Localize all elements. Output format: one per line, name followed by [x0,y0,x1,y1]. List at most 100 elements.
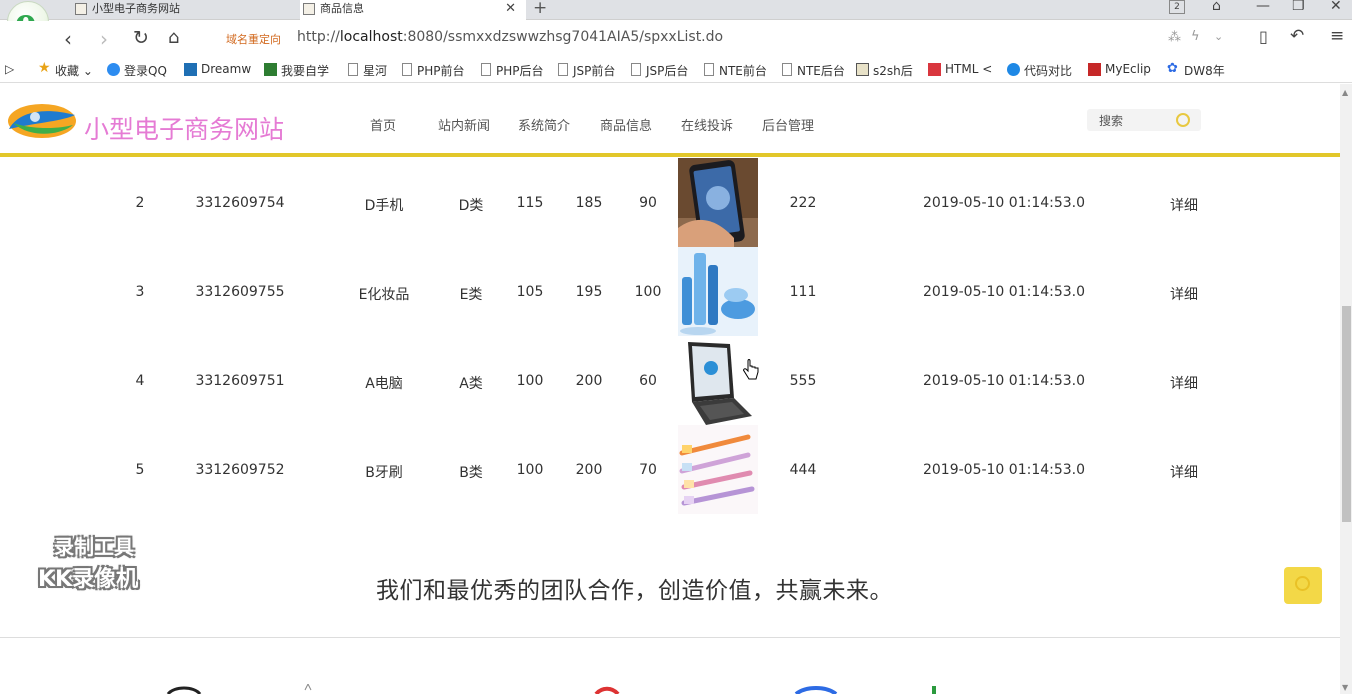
bookmark-item[interactable]: 我要自学 [264,62,329,79]
cell-no: 3 [135,284,145,300]
site-logo-icon[interactable] [5,101,79,141]
close-window-icon[interactable]: ✕ [1330,0,1342,14]
nav-home[interactable]: 首页 [370,115,396,134]
cell-name: A电脑 [365,376,403,392]
bookmark-item[interactable]: HTML < [928,62,992,76]
search-input[interactable]: 搜索 [1087,109,1201,131]
bookmark-item[interactable]: NTE后台 [780,62,845,79]
cell-category: B类 [459,465,483,481]
scroll-down-icon[interactable]: ▼ [1342,683,1348,692]
bookmark-item[interactable]: s2sh后 [856,62,913,79]
pin-icon[interactable]: ⌂ [1212,0,1221,14]
bookmarks-toggle-icon[interactable]: ▷ [5,62,14,76]
restore-icon[interactable]: ❐ [1292,0,1305,14]
nav-complaint[interactable]: 在线投诉 [681,115,733,134]
new-tab-icon[interactable]: + [533,0,547,18]
cell-sales: 555 [789,373,817,389]
paw-icon: ✿ [1167,61,1178,76]
cell-no: 5 [135,462,145,478]
header-divider [0,153,1340,157]
minimize-icon[interactable]: — [1256,0,1270,14]
url-input[interactable]: http://localhost:8080/ssmxxdzswwzhsg7041… [297,29,723,45]
cell-price1: 115 [516,195,544,211]
cell-sales: 444 [789,462,817,478]
diff-icon [1007,63,1020,76]
site-icon [856,63,869,76]
undo-icon[interactable]: ↶ [1290,26,1304,46]
scroll-up-icon[interactable]: ▲ [1342,88,1348,97]
bookmark-item[interactable]: JSP后台 [629,62,688,79]
grid-icon[interactable]: ⁂ [1168,30,1181,45]
cell-qty: 100 [634,284,662,300]
detail-link[interactable]: 详细 [1170,195,1198,215]
refresh-icon[interactable]: ↻ [133,27,149,49]
back-to-top-button[interactable] [1284,567,1322,604]
html5-icon [928,63,941,76]
site-title[interactable]: 小型电子商务网站 [84,110,284,146]
bookmark-item[interactable]: 代码对比 [1007,62,1072,79]
nav-admin[interactable]: 后台管理 [762,115,814,134]
cell-sales: 222 [789,195,817,211]
tab-title: 小型电子商务网站 [92,2,180,15]
bookmark-item[interactable]: PHP后台 [479,62,544,79]
bookmark-item[interactable]: 登录QQ [107,62,167,79]
bookmark-item[interactable]: ✿ DW8年 [1167,61,1225,79]
cell-time: 2019-05-10 01:14:53.0 [922,284,1086,300]
tab-home[interactable]: 小型电子商务网站 [72,0,296,20]
product-image-phone[interactable] [678,158,758,247]
page-icon [348,63,358,76]
bookmark-item[interactable]: MyEclip [1088,62,1151,76]
bookmark-item[interactable]: ★ 收藏 ⌄ [38,60,93,79]
redirect-label[interactable]: 域名重定向 [226,31,281,47]
chevron-down-icon[interactable]: ⌄ [1214,30,1223,43]
bookmark-item[interactable]: PHP前台 [400,62,465,79]
detail-link[interactable]: 详细 [1170,373,1198,393]
cell-price2: 185 [575,195,603,211]
forward-icon[interactable]: › [100,27,108,51]
bookmark-item[interactable]: NTE前台 [702,62,767,79]
lightning-icon[interactable]: ϟ [1191,29,1200,44]
page-icon [631,63,641,76]
cell-category: D类 [458,198,484,214]
close-tab-icon[interactable]: ✕ [505,0,516,18]
product-image-toothbrush[interactable] [678,425,758,514]
cell-name: B牙刷 [365,465,403,481]
detail-link[interactable]: 详细 [1170,462,1198,482]
nav-products[interactable]: 商品信息 [600,115,652,134]
tab-bar: 小型电子商务网站 商品信息 ✕ + 2 ⌂ — ❐ ✕ [0,0,1352,20]
cell-code: 3312609754 [195,195,285,211]
address-bar: ‹ › ↻ ⌂ 域名重定向 http://localhost:8080/ssmx… [0,21,1352,56]
menu-icon[interactable]: ≡ [1330,26,1344,46]
bookmark-item[interactable]: JSP前台 [556,62,615,79]
product-image-cosmetics[interactable] [678,247,758,336]
scrollbar-thumb[interactable] [1342,306,1351,522]
cell-time: 2019-05-10 01:14:53.0 [922,462,1086,478]
home-icon[interactable]: ⌂ [168,27,179,48]
page-icon [704,63,714,76]
cell-name: D手机 [364,198,404,214]
nav-intro[interactable]: 系统简介 [518,115,570,134]
bookmark-item[interactable]: Dreamw [184,62,251,76]
back-icon[interactable]: ‹ [64,27,72,51]
footer-slogan: 我们和最优秀的团队合作，创造价值，共赢未来。 [376,578,893,604]
qq-icon [107,63,120,76]
cell-code: 3312609752 [195,462,285,478]
tab-title: 商品信息 [320,2,364,15]
bookmark-item[interactable]: 星河 [346,62,387,79]
cell-sales: 111 [789,284,817,300]
page-icon [75,3,87,15]
search-icon[interactable] [1176,113,1190,127]
tab-products[interactable]: 商品信息 ✕ [300,0,526,20]
hand-cursor-icon [743,359,759,380]
cell-price1: 100 [516,373,544,389]
cell-price1: 100 [516,462,544,478]
bookmark-icon[interactable]: ▯ [1259,27,1268,46]
cell-category: A类 [459,376,483,392]
nav-news[interactable]: 站内新闻 [438,115,490,134]
site-icon [264,63,277,76]
tab-count-badge[interactable]: 2 [1169,0,1185,14]
search-placeholder: 搜索 [1099,114,1124,128]
watermark-line1: 录制工具 [54,535,134,559]
cell-price2: 200 [575,462,603,478]
detail-link[interactable]: 详细 [1170,284,1198,304]
